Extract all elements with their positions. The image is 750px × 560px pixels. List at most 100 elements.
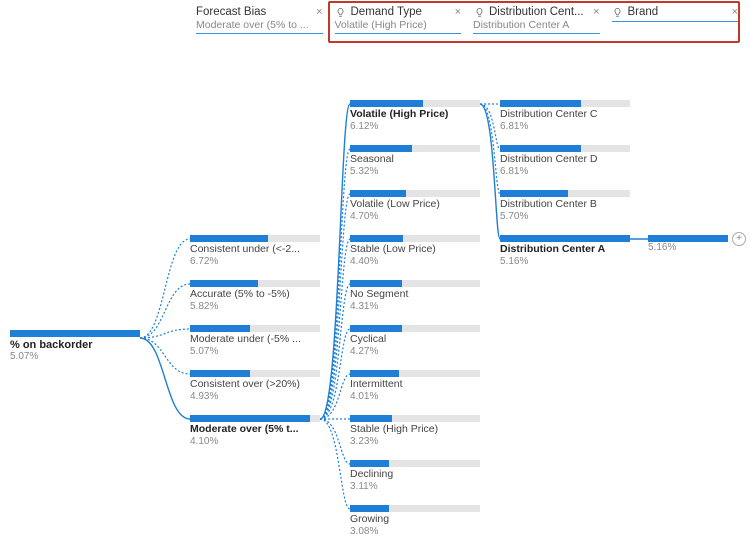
header-col-distribution-center[interactable]: Distribution Cent... × Distribution Cent…: [467, 4, 606, 38]
header-title: Forecast Bias: [196, 6, 266, 18]
node-label: Stable (High Price): [350, 424, 480, 436]
expand-button[interactable]: +: [732, 232, 746, 246]
root-node[interactable]: % on backorder 5.07%: [10, 330, 140, 362]
bar-track: [500, 145, 630, 152]
bar-fill: [350, 100, 423, 107]
close-icon[interactable]: ×: [316, 6, 322, 18]
bar-track: [350, 280, 480, 287]
tree-node[interactable]: Distribution Center D6.81%: [500, 145, 630, 177]
node-label: Cyclical: [350, 334, 480, 346]
node-pct: 4.31%: [350, 301, 480, 312]
node-pct: 6.81%: [500, 121, 630, 132]
tree-node[interactable]: Consistent over (>20%)4.93%: [190, 370, 320, 402]
node-label: Distribution Center B: [500, 199, 630, 211]
header-title: Distribution Cent...: [489, 6, 584, 18]
header-col-demand-type[interactable]: Demand Type × Volatile (High Price): [329, 4, 468, 38]
bar-fill: [190, 235, 268, 242]
bar-fill: [350, 505, 389, 512]
tree-node[interactable]: Distribution Center C6.81%: [500, 100, 630, 132]
tree-node[interactable]: Accurate (5% to -5%)5.82%: [190, 280, 320, 312]
bar-fill: [350, 190, 406, 197]
bar-track: [350, 100, 480, 107]
bar-fill: [350, 370, 399, 377]
bar-fill: [190, 280, 258, 287]
bar-track: [350, 145, 480, 152]
bar-fill: [350, 235, 403, 242]
node-label: Volatile (High Price): [350, 109, 480, 121]
header-sub: Volatile (High Price): [335, 19, 462, 31]
bar-track: [350, 505, 480, 512]
bar-track: [350, 460, 480, 467]
node-pct: 3.23%: [350, 436, 480, 447]
tree-node[interactable]: Declining3.11%: [350, 460, 480, 492]
node-pct: 6.72%: [190, 256, 320, 267]
node-pct: 5.07%: [190, 346, 320, 357]
node-pct: 4.40%: [350, 256, 480, 267]
bar-fill: [500, 100, 581, 107]
node-label: Consistent over (>20%): [190, 379, 320, 391]
tree-node[interactable]: Seasonal5.32%: [350, 145, 480, 177]
node-pct: 6.81%: [500, 166, 630, 177]
node-pct: 5.16%: [648, 242, 728, 253]
close-icon[interactable]: ×: [593, 6, 599, 18]
header-col-forecast-bias[interactable]: Forecast Bias × Moderate over (5% to ...: [190, 4, 329, 38]
bar-track: [190, 415, 320, 422]
tree-node[interactable]: Distribution Center A5.16%: [500, 235, 630, 267]
node-label: Distribution Center A: [500, 244, 630, 256]
tree-node[interactable]: Stable (Low Price)4.40%: [350, 235, 480, 267]
bar-track: [190, 280, 320, 287]
bar-fill: [350, 280, 402, 287]
tree-node[interactable]: Moderate over (5% t...4.10%: [190, 415, 320, 447]
header-underline: [196, 33, 323, 34]
bar-fill: [10, 330, 140, 337]
node-label: Seasonal: [350, 154, 480, 166]
bar-fill: [500, 190, 568, 197]
bar-fill: [190, 370, 250, 377]
bar-track: [190, 325, 320, 332]
bar-fill: [350, 460, 389, 467]
tree-node[interactable]: Cyclical4.27%: [350, 325, 480, 357]
tree-node[interactable]: Consistent under (<-2...6.72%: [190, 235, 320, 267]
header-col-brand[interactable]: Brand ×: [606, 4, 745, 38]
bar-fill: [190, 325, 250, 332]
bar-track: [648, 235, 728, 242]
tree-node[interactable]: Moderate under (-5% ...5.07%: [190, 325, 320, 357]
bar-track: [350, 190, 480, 197]
bar-fill: [500, 145, 581, 152]
tree-node[interactable]: Growing3.08%: [350, 505, 480, 537]
node-pct: 5.32%: [350, 166, 480, 177]
close-icon[interactable]: ×: [732, 6, 738, 18]
node-label: Consistent under (<-2...: [190, 244, 320, 256]
bar-fill: [190, 415, 310, 422]
node-pct: 5.70%: [500, 211, 630, 222]
tree-node[interactable]: Volatile (High Price)6.12%: [350, 100, 480, 132]
lightbulb-icon: [473, 6, 485, 18]
node-pct: 4.27%: [350, 346, 480, 357]
bar-track: [190, 370, 320, 377]
tree-node[interactable]: Intermittent4.01%: [350, 370, 480, 402]
close-icon[interactable]: ×: [455, 6, 461, 18]
node-pct: 3.08%: [350, 526, 480, 537]
tree-node[interactable]: Volatile (Low Price)4.70%: [350, 190, 480, 222]
tree-node[interactable]: 5.16%: [648, 235, 728, 253]
header-underline: [612, 21, 739, 22]
node-label: Distribution Center C: [500, 109, 630, 121]
node-pct: 5.16%: [500, 256, 630, 267]
node-pct: 4.10%: [190, 436, 320, 447]
node-pct: 4.01%: [350, 391, 480, 402]
lightbulb-icon: [612, 6, 624, 18]
bar-fill: [648, 235, 728, 242]
bar-track: [350, 325, 480, 332]
bar-track: [500, 235, 630, 242]
node-pct: 6.12%: [350, 121, 480, 132]
node-label: % on backorder: [10, 339, 140, 351]
bar-track: [350, 415, 480, 422]
bar-fill: [500, 235, 630, 242]
tree-node[interactable]: Stable (High Price)3.23%: [350, 415, 480, 447]
tree-node[interactable]: No Segment4.31%: [350, 280, 480, 312]
header-title: Demand Type: [351, 6, 422, 18]
header-title: Brand: [628, 6, 659, 18]
bar-track: [500, 100, 630, 107]
tree-node[interactable]: Distribution Center B5.70%: [500, 190, 630, 222]
bar-fill: [350, 145, 412, 152]
